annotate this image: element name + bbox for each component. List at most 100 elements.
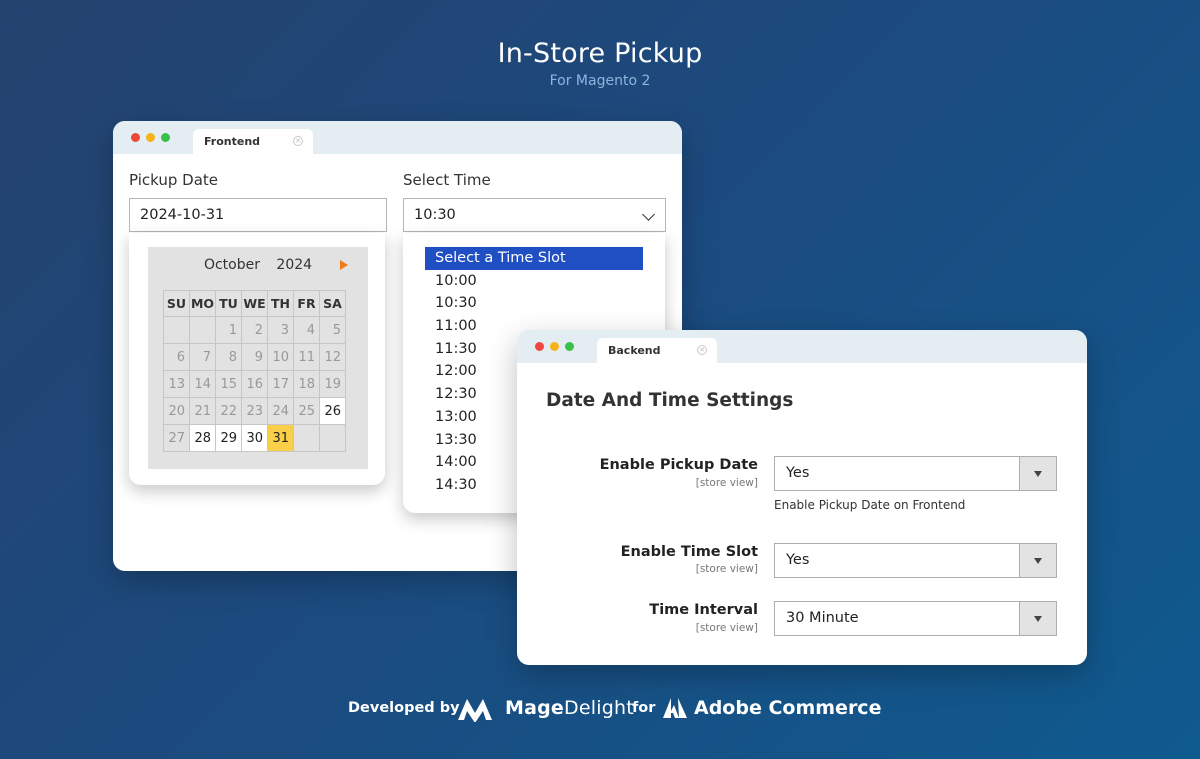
select-value: Yes	[786, 465, 810, 481]
calendar-day[interactable]: 29	[215, 424, 242, 452]
calendar-day-disabled: 23	[241, 397, 268, 425]
tab-frontend[interactable]: Frontend ✕	[193, 129, 313, 154]
calendar-day-disabled: 13	[163, 370, 190, 398]
weekday-header: WE	[241, 290, 268, 317]
calendar-day-disabled: 12	[319, 343, 346, 371]
backend-window: Backend ✕ Date And Time Settings Enable …	[517, 330, 1087, 665]
dropdown-arrow-icon[interactable]	[1019, 457, 1056, 490]
calendar-header: October 2024	[148, 257, 368, 273]
select-value: 30 Minute	[786, 610, 859, 626]
calendar-day-disabled: 15	[215, 370, 242, 398]
calendar-week: 13 14 15 16 17 18 19	[163, 370, 346, 398]
calendar-day-disabled: 16	[241, 370, 268, 398]
calendar-week: 27 28 29 30 31	[163, 424, 346, 452]
calendar-day-disabled: 3	[267, 316, 294, 344]
window-minimize-dot[interactable]	[550, 342, 559, 351]
select-time-value: 10:30	[414, 207, 456, 223]
chevron-down-icon	[642, 208, 655, 221]
calendar-day-disabled: 10	[267, 343, 294, 371]
calendar-day-disabled: 25	[293, 397, 320, 425]
hero-title: In-Store Pickup	[497, 38, 703, 69]
calendar-day-disabled: 1	[215, 316, 242, 344]
calendar-day-disabled: 7	[189, 343, 216, 371]
store-view-scope: [store view]	[695, 622, 758, 634]
calendar-day-disabled: 24	[267, 397, 294, 425]
time-slot-option[interactable]: 10:00	[425, 270, 643, 293]
window-maximize-dot[interactable]	[565, 342, 574, 351]
dropdown-arrow-icon[interactable]	[1019, 544, 1056, 577]
window-minimize-dot[interactable]	[146, 133, 155, 142]
calendar-year: 2024	[276, 257, 313, 273]
calendar-day-disabled: 27	[163, 424, 190, 452]
window-close-dot[interactable]	[131, 133, 140, 142]
pickup-date-label: Pickup Date	[129, 171, 219, 189]
time-interval-select[interactable]: 30 Minute	[774, 601, 1057, 636]
arrow-right-icon[interactable]	[340, 260, 348, 270]
weekday-header: TH	[267, 290, 294, 317]
datepicker-popup: October 2024 SU MO TU WE TH FR SA 1 2 3 4 5 6 7 8 9 10 1…	[129, 233, 385, 485]
developed-by-text: Developed by	[348, 700, 460, 716]
store-view-scope: [store view]	[695, 477, 758, 489]
calendar-week: 20 21 22 23 24 25 26	[163, 397, 346, 425]
adobe-logo	[663, 698, 687, 718]
select-time-label: Select Time	[403, 171, 491, 189]
dropdown-arrow-icon[interactable]	[1019, 602, 1056, 635]
calendar-day-disabled: 5	[319, 316, 346, 344]
calendar-day-selected[interactable]: 31	[267, 424, 294, 452]
section-title: Date And Time Settings	[546, 390, 794, 411]
calendar-day-disabled: 21	[189, 397, 216, 425]
calendar-day-disabled: 6	[163, 343, 190, 371]
brand-bold: Mage	[505, 697, 565, 719]
calendar-day-disabled: 22	[215, 397, 242, 425]
weekday-header: MO	[189, 290, 216, 317]
select-value: Yes	[786, 552, 810, 568]
hero-subtitle: For Magento 2	[549, 73, 651, 89]
window-close-dot[interactable]	[535, 342, 544, 351]
close-icon[interactable]: ✕	[293, 136, 303, 146]
footer: Developed by MageDelight for Adobe Comme…	[0, 694, 1200, 724]
calendar-empty-cell	[189, 316, 216, 344]
calendar-day-disabled: 20	[163, 397, 190, 425]
calendar: October 2024 SU MO TU WE TH FR SA 1 2 3 4 5 6 7 8 9 10 1…	[148, 247, 368, 469]
platform-name: Adobe Commerce	[694, 697, 882, 719]
calendar-day-disabled: 17	[267, 370, 294, 398]
weekday-header: FR	[293, 290, 320, 317]
calendar-empty-cell	[293, 424, 320, 452]
calendar-day[interactable]: 28	[189, 424, 216, 452]
field-note: Enable Pickup Date on Frontend	[774, 498, 966, 512]
magedelight-logo	[458, 699, 492, 722]
calendar-day-disabled: 18	[293, 370, 320, 398]
calendar-day-disabled: 9	[241, 343, 268, 371]
tab-backend[interactable]: Backend ✕	[597, 338, 717, 363]
brand-light: Delight	[564, 697, 634, 719]
calendar-day[interactable]: 26	[319, 397, 346, 425]
weekday-header: SU	[163, 290, 190, 317]
enable-time-slot-label: Enable Time Slot	[620, 544, 758, 560]
store-view-scope: [store view]	[695, 563, 758, 575]
weekday-header: TU	[215, 290, 242, 317]
calendar-grid: SU MO TU WE TH FR SA 1 2 3 4 5 6 7 8 9 10 11 12 13 14 15 16 17…	[163, 290, 346, 452]
calendar-day[interactable]: 30	[241, 424, 268, 452]
calendar-week: 6 7 8 9 10 11 12	[163, 343, 346, 371]
close-icon[interactable]: ✕	[697, 345, 707, 355]
pickup-date-input[interactable]: 2024-10-31	[129, 198, 387, 232]
calendar-empty-cell	[319, 424, 346, 452]
time-slot-placeholder-option[interactable]: Select a Time Slot	[425, 247, 643, 270]
calendar-day-disabled: 2	[241, 316, 268, 344]
window-titlebar: Backend ✕	[517, 330, 1087, 363]
select-time-dropdown[interactable]: 10:30	[403, 198, 666, 232]
time-slot-option[interactable]: 10:30	[425, 292, 643, 315]
window-titlebar: Frontend ✕	[113, 121, 682, 154]
tab-label: Backend	[608, 344, 661, 357]
calendar-day-disabled: 8	[215, 343, 242, 371]
time-interval-label: Time Interval	[649, 602, 758, 618]
calendar-week: 12345	[163, 316, 346, 344]
calendar-day-disabled: 11	[293, 343, 320, 371]
for-text: for	[632, 700, 656, 716]
window-maximize-dot[interactable]	[161, 133, 170, 142]
calendar-empty-cell	[163, 316, 190, 344]
tab-label: Frontend	[204, 135, 261, 148]
enable-time-slot-select[interactable]: Yes	[774, 543, 1057, 578]
enable-pickup-date-select[interactable]: Yes	[774, 456, 1057, 491]
calendar-day-disabled: 14	[189, 370, 216, 398]
